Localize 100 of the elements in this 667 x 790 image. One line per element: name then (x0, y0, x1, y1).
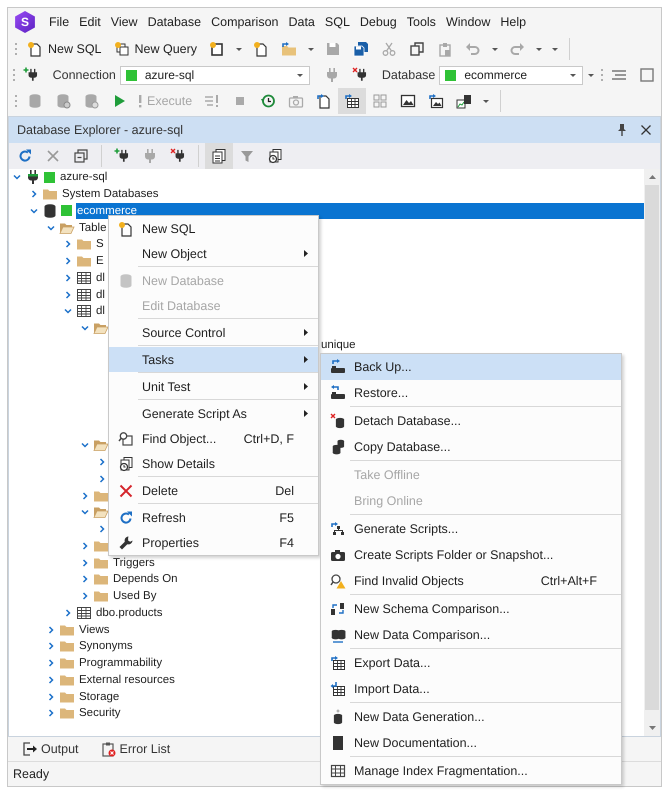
chevron-icon[interactable] (63, 306, 73, 316)
menu-item[interactable]: Comparison (206, 11, 284, 33)
caret-icon[interactable] (308, 48, 314, 50)
tree-item[interactable]: Security (78, 705, 122, 722)
menu-item[interactable]: Help (495, 11, 532, 33)
new-sql-button[interactable]: New SQL (21, 39, 108, 59)
chevron-icon[interactable] (80, 591, 90, 602)
caret-icon[interactable] (492, 48, 498, 50)
chevron-icon[interactable] (63, 608, 73, 618)
panel-icon[interactable] (638, 67, 655, 83)
menu-item[interactable]: New SQL (109, 216, 318, 241)
menu-item[interactable]: Properties F4 (109, 530, 318, 555)
image-icon[interactable] (428, 93, 444, 109)
tree-item[interactable]: azure-sql (59, 169, 108, 186)
chevron-icon[interactable] (80, 490, 90, 501)
chevron-icon[interactable] (63, 256, 73, 266)
tree-item[interactable]: Synonyms (78, 638, 134, 654)
chevron-icon[interactable] (29, 189, 39, 200)
caret-icon[interactable] (236, 48, 242, 50)
caret-icon[interactable] (536, 48, 542, 50)
menu-item[interactable]: Manage Index Fragmentation... (321, 758, 621, 784)
menu-item[interactable]: Show Details (109, 451, 318, 476)
chevron-icon[interactable] (46, 708, 56, 718)
chevron-icon[interactable] (46, 658, 56, 668)
menu-item[interactable]: Tasks (109, 347, 318, 372)
scroll-thumb[interactable] (645, 185, 659, 710)
menu-item[interactable]: Detach Database... (321, 408, 621, 434)
document-icon[interactable] (253, 41, 270, 57)
chevron-icon[interactable] (63, 239, 73, 250)
chevron-icon[interactable] (80, 323, 90, 334)
grip-icon[interactable] (600, 67, 604, 83)
menu-item[interactable]: Import Data... (321, 676, 621, 702)
chevron-icon[interactable] (97, 474, 107, 484)
toggle-button[interactable] (338, 88, 366, 114)
database-dropdown[interactable]: ecommerce (439, 66, 584, 84)
menu-item[interactable]: New Schema Comparison... (321, 596, 621, 622)
chart-icon[interactable] (456, 93, 472, 109)
menu-item[interactable]: Find Object... Ctrl+D, F (109, 426, 318, 451)
grip-icon[interactable] (12, 67, 16, 83)
tree-item[interactable]: dl (95, 286, 106, 303)
plug-icon[interactable] (170, 148, 186, 164)
plug-icon[interactable] (22, 67, 39, 83)
plug-icon[interactable] (352, 67, 368, 83)
new-query-button[interactable]: New Query (108, 39, 204, 59)
connection-dropdown[interactable]: azure-sql (120, 66, 310, 84)
menu-item[interactable]: Database (142, 11, 206, 33)
menu-item[interactable]: Generate Scripts... (321, 516, 621, 542)
chevron-icon[interactable] (63, 272, 73, 283)
chevron-icon[interactable] (12, 172, 22, 182)
menu-item[interactable]: Source Control (109, 320, 318, 345)
chevron-icon[interactable] (80, 540, 90, 551)
database-icon[interactable] (55, 93, 71, 109)
tree-item[interactable]: External resources (78, 672, 176, 688)
menu-item[interactable]: View (106, 11, 143, 33)
tree-item[interactable]: Triggers (112, 554, 156, 571)
tree-item[interactable]: Programmability (78, 655, 164, 672)
chevron-icon[interactable] (80, 440, 90, 450)
tree-item[interactable]: ecommerce (76, 202, 644, 219)
menu-item[interactable]: Unit Test (109, 374, 318, 399)
menu-item[interactable]: Copy Database... (321, 434, 621, 460)
menu-item[interactable]: SQL (320, 11, 355, 33)
chevron-icon[interactable] (80, 558, 90, 568)
menu-item[interactable]: Data (283, 11, 320, 33)
menu-item[interactable]: Create Scripts Folder or Snapshot... (321, 542, 621, 568)
chevron-icon[interactable] (46, 692, 56, 702)
menu-item[interactable]: Debug (354, 11, 402, 33)
tree-item[interactable]: Used By (112, 588, 158, 604)
scrollbar[interactable] (644, 169, 660, 736)
tree-item[interactable]: unique (320, 336, 357, 352)
tree-item[interactable]: Storage (78, 688, 120, 705)
toggle-button[interactable] (205, 143, 233, 169)
save-icon[interactable] (353, 41, 370, 57)
chevron-icon[interactable] (97, 524, 107, 534)
menu-item[interactable]: New Object (109, 241, 318, 266)
clipboard-icon[interactable] (437, 41, 454, 57)
caret-icon[interactable] (588, 74, 594, 76)
tree-item[interactable]: Depends On (112, 571, 179, 588)
menu-item[interactable]: Refresh F5 (109, 505, 318, 530)
menu-item[interactable]: Delete Del (109, 478, 318, 503)
list-icon[interactable] (610, 67, 627, 83)
copy-icon[interactable] (409, 41, 426, 57)
chevron-icon[interactable] (97, 457, 107, 468)
chevron-icon[interactable] (46, 624, 56, 635)
panel-tab[interactable]: Output (18, 739, 83, 759)
tree-item[interactable]: E (95, 253, 105, 270)
tree-item[interactable]: dl (95, 303, 106, 320)
tree-item[interactable]: dbo.products (95, 604, 164, 621)
scroll-up-icon[interactable] (648, 173, 656, 181)
grip-icon[interactable] (14, 93, 18, 109)
menu-item[interactable]: Tools (402, 11, 441, 33)
grip-icon[interactable] (14, 41, 18, 57)
image-icon[interactable] (400, 93, 416, 109)
menu-item[interactable]: New Documentation... (321, 730, 621, 756)
caret-icon[interactable] (483, 100, 490, 102)
grid-icon[interactable] (372, 93, 388, 109)
database-icon[interactable] (83, 93, 99, 109)
refresh-icon[interactable] (17, 148, 33, 164)
menu-item[interactable]: Export Data... (321, 650, 621, 676)
chevron-icon[interactable] (46, 641, 56, 652)
scroll-down-icon[interactable] (648, 724, 656, 732)
